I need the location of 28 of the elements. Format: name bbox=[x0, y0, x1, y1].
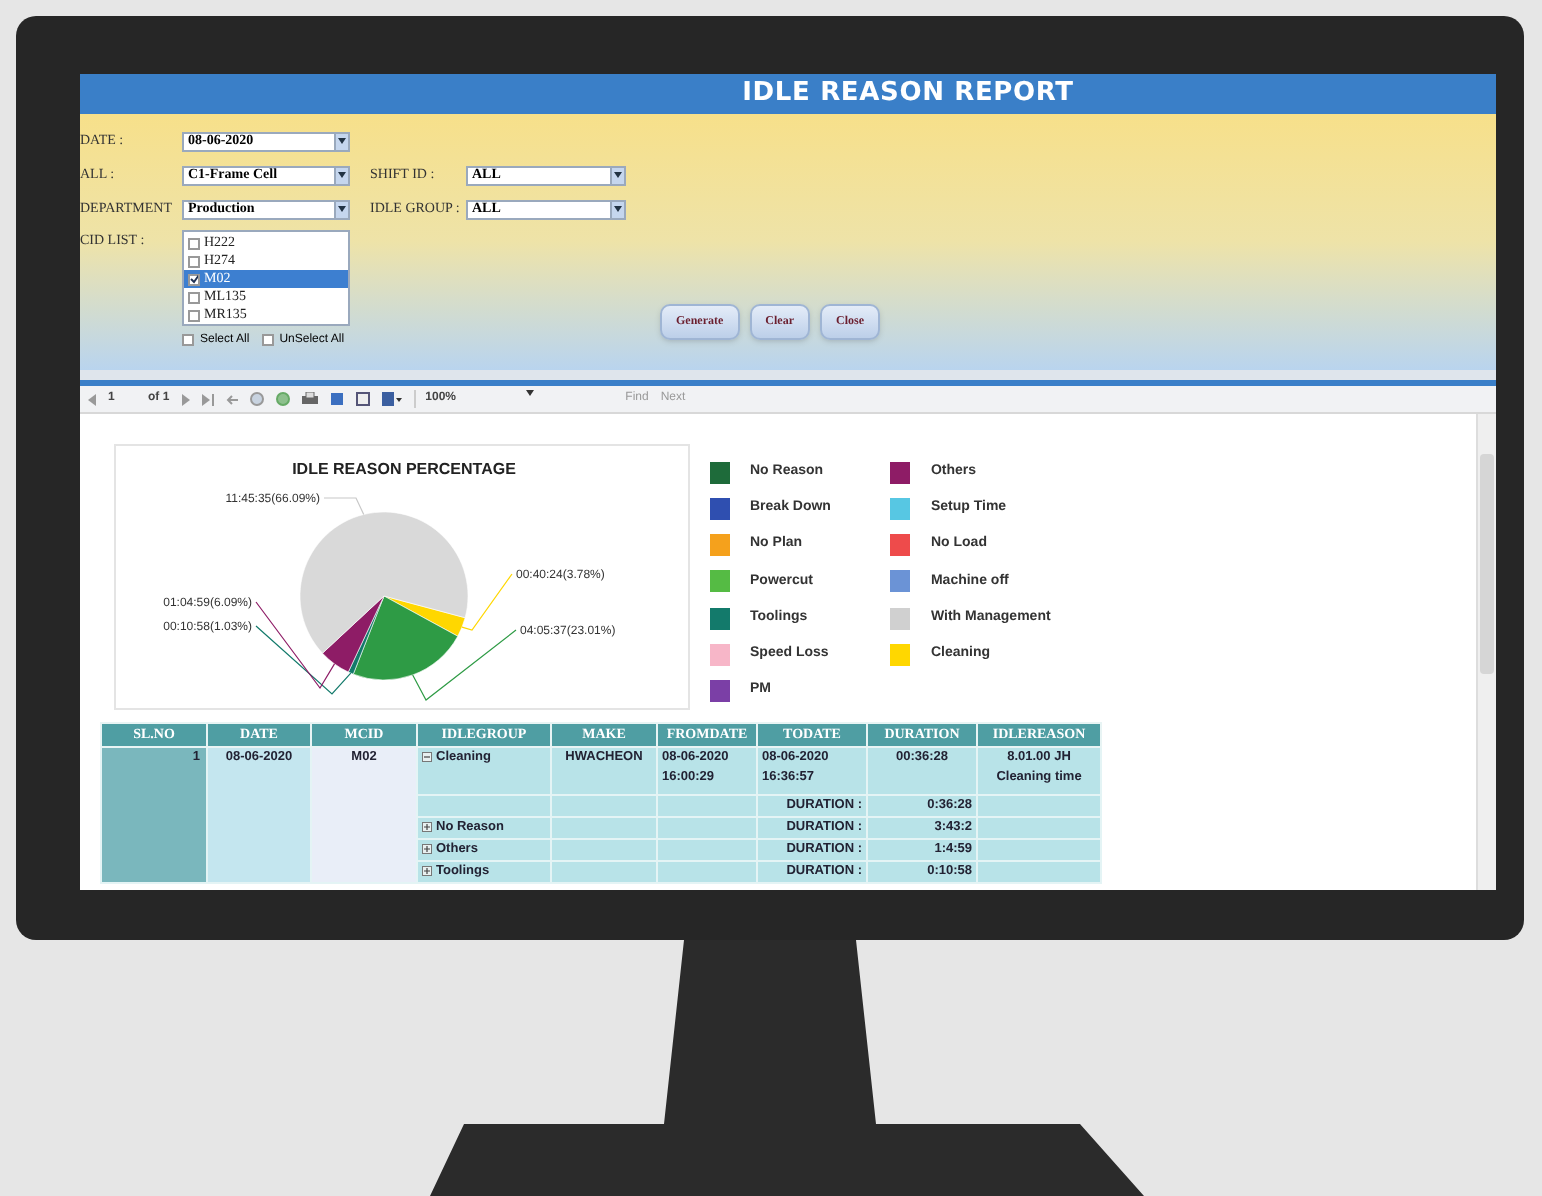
export-disk-icon[interactable] bbox=[381, 392, 402, 406]
window-title: IDLE REASON REPORT bbox=[742, 76, 1074, 113]
checkbox[interactable] bbox=[188, 255, 200, 267]
dropdown-arrow-icon[interactable] bbox=[334, 167, 348, 183]
checkbox[interactable] bbox=[261, 334, 274, 346]
chart-title: IDLE REASON PERCENTAGE bbox=[292, 460, 516, 478]
checkbox[interactable] bbox=[188, 291, 200, 303]
expand-icon[interactable] bbox=[422, 821, 432, 832]
back-arrow-icon[interactable] bbox=[225, 393, 238, 405]
expand-icon[interactable] bbox=[422, 843, 432, 854]
checkbox[interactable] bbox=[188, 237, 200, 249]
dropdown-arrow-icon[interactable] bbox=[334, 201, 348, 217]
last-page-icon[interactable] bbox=[201, 393, 214, 405]
dropdown-arrow-icon[interactable] bbox=[610, 201, 624, 217]
dropdown-arrow-icon[interactable] bbox=[610, 167, 624, 183]
leader-line bbox=[255, 625, 352, 695]
leader-line bbox=[323, 497, 365, 516]
previous-page-icon[interactable] bbox=[88, 393, 96, 405]
scrollbar[interactable] bbox=[1476, 414, 1496, 890]
checkbox[interactable] bbox=[182, 334, 194, 346]
dropdown-arrow-icon[interactable] bbox=[334, 133, 348, 149]
collapse-icon[interactable] bbox=[422, 751, 432, 762]
leader-line bbox=[255, 601, 336, 690]
checkbox[interactable] bbox=[188, 309, 200, 321]
checkbox[interactable] bbox=[188, 273, 200, 285]
expand-icon[interactable] bbox=[422, 865, 432, 876]
next-page-icon[interactable] bbox=[181, 393, 190, 405]
print-icon[interactable] bbox=[301, 392, 318, 406]
